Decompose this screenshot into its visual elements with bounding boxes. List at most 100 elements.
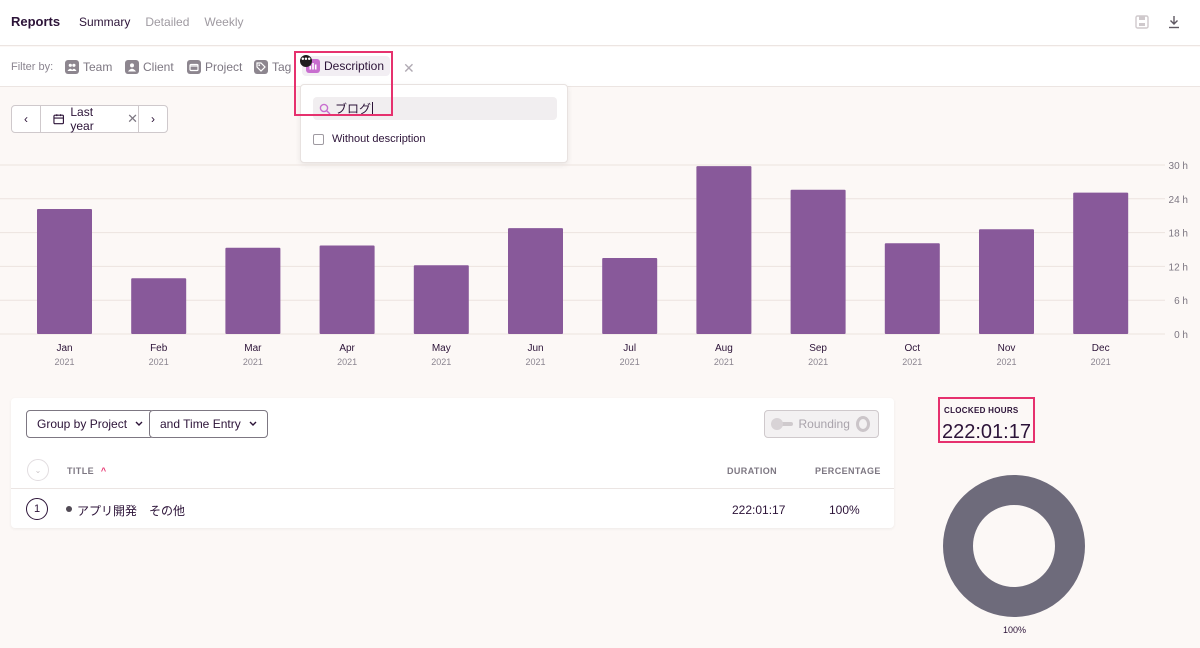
donut-chart (943, 475, 1085, 617)
chevron-down-icon (135, 421, 143, 426)
row-divider (11, 488, 894, 489)
date-range-selector[interactable]: Last year ✕ (40, 105, 139, 133)
filter-client-label: Client (143, 60, 174, 74)
filter-project-label: Project (205, 60, 243, 74)
page-title: Reports (11, 14, 61, 29)
x-tick-sublabel: 2021 (902, 357, 922, 367)
x-tick-label: Aug (715, 343, 733, 354)
date-range-label: Last year (70, 105, 94, 133)
x-tick-label: Jul (623, 343, 636, 354)
project-icon (187, 60, 201, 74)
bar-apr[interactable] (319, 245, 375, 334)
x-tick-label: Sep (809, 343, 827, 354)
download-icon[interactable] (1166, 14, 1182, 30)
summary-table-card: Group by Project and Time Entry Rounding… (11, 398, 894, 528)
bar-aug[interactable] (696, 166, 752, 334)
filter-client[interactable]: Client (125, 60, 174, 74)
y-tick-label: 30 h (1169, 161, 1188, 172)
without-description-option[interactable]: Without description (313, 133, 426, 145)
bar-jun[interactable] (508, 228, 563, 334)
x-tick-sublabel: 2021 (337, 357, 357, 367)
tab-summary[interactable]: Summary (79, 15, 130, 29)
y-tick-label: 6 h (1174, 296, 1188, 307)
filter-bar: Filter by: (0, 47, 1200, 87)
table-row-percentage: 100% (829, 503, 860, 517)
then-by-select[interactable]: and Time Entry (149, 410, 268, 438)
tab-detailed[interactable]: Detailed (145, 15, 189, 29)
gear-icon[interactable] (855, 416, 870, 432)
x-tick-label: Apr (339, 343, 355, 354)
clocked-hours-highlight-box (938, 397, 1035, 443)
column-header-duration[interactable]: DURATION (727, 466, 777, 476)
x-tick-label: May (432, 343, 451, 354)
donut-percent-label: 100% (1003, 625, 1027, 635)
description-highlight-box (294, 51, 393, 116)
percentage-header-label: PERCENTAGE (815, 466, 881, 476)
x-tick-sublabel: 2021 (54, 357, 74, 367)
bar-may[interactable] (413, 265, 469, 334)
top-header: Reports Summary Detailed Weekly (0, 0, 1200, 46)
project-color-dot (66, 506, 72, 512)
filter-project[interactable]: Project (187, 60, 242, 74)
bar-jan[interactable] (37, 208, 92, 334)
group-by-select[interactable]: Group by Project (26, 410, 155, 438)
filter-by-label: Filter by: (11, 61, 54, 73)
clear-date-close-icon[interactable]: ✕ (127, 111, 138, 127)
x-tick-sublabel: 2021 (620, 357, 640, 367)
team-icon (65, 60, 79, 74)
calendar-icon (53, 114, 64, 125)
x-tick-label: Feb (150, 343, 168, 354)
x-tick-sublabel: 2021 (243, 357, 263, 367)
save-icon[interactable] (1134, 14, 1150, 30)
x-tick-label: Jan (56, 343, 72, 354)
tag-icon (254, 60, 268, 74)
x-tick-label: Dec (1092, 343, 1110, 354)
x-tick-sublabel: 2021 (808, 357, 828, 367)
x-tick-sublabel: 2021 (431, 357, 451, 367)
expand-all-toggle[interactable]: ⌄ (27, 459, 49, 481)
bar-feb[interactable] (131, 278, 187, 334)
filter-tag[interactable]: Tag (254, 60, 291, 74)
x-tick-label: Nov (998, 343, 1016, 354)
bar-nov[interactable] (979, 229, 1034, 334)
without-description-checkbox[interactable] (313, 133, 324, 145)
column-header-title[interactable]: TITLE ^ (67, 466, 107, 476)
previous-period-button[interactable]: ‹ (12, 106, 40, 132)
x-tick-label: Mar (244, 343, 262, 354)
table-row-duration: 222:01:17 (732, 503, 786, 517)
y-tick-label: 0 h (1174, 330, 1188, 341)
title-header-label: TITLE (67, 466, 94, 476)
client-icon (125, 60, 139, 74)
filter-team[interactable]: Team (65, 60, 112, 74)
chevron-down-icon (249, 421, 257, 426)
y-tick-label: 18 h (1169, 229, 1188, 240)
filter-tag-label: Tag (272, 60, 292, 74)
duration-header-label: DURATION (727, 466, 778, 476)
x-tick-sublabel: 2021 (1091, 357, 1111, 367)
tab-weekly[interactable]: Weekly (204, 15, 243, 29)
column-header-percentage: PERCENTAGE (815, 466, 881, 476)
x-tick-label: Oct (905, 343, 921, 354)
rounding-label: Rounding (798, 417, 850, 431)
then-by-label: and Time Entry (160, 417, 241, 431)
bar-mar[interactable] (225, 247, 281, 334)
rounding-switch[interactable] (771, 418, 793, 430)
bar-sep[interactable] (790, 189, 846, 334)
rounding-toggle[interactable]: Rounding (764, 410, 879, 438)
remove-filter-close-icon[interactable]: ✕ (403, 60, 415, 77)
x-tick-sublabel: 2021 (714, 357, 734, 367)
x-tick-label: Jun (527, 343, 543, 354)
x-tick-sublabel: 2021 (149, 357, 169, 367)
y-tick-label: 12 h (1169, 262, 1188, 273)
next-period-button[interactable]: › (139, 106, 167, 132)
table-row-title[interactable]: アプリ開発 その他 (77, 502, 185, 519)
filter-team-label: Team (83, 60, 113, 74)
monthly-bar-chart: 0 h 6 h 12 h 18 h 24 h 30 h Jan 2021 Feb 2021 Mar 2… (0, 161, 1188, 367)
row-count-badge[interactable]: 1 (26, 498, 48, 520)
bar-oct[interactable] (884, 243, 940, 334)
y-tick-label: 24 h (1169, 195, 1188, 206)
bar-dec[interactable] (1073, 192, 1129, 334)
sort-up-icon: ^ (100, 466, 107, 476)
bar-jul[interactable] (602, 257, 658, 334)
group-by-label: Group by Project (37, 417, 128, 431)
